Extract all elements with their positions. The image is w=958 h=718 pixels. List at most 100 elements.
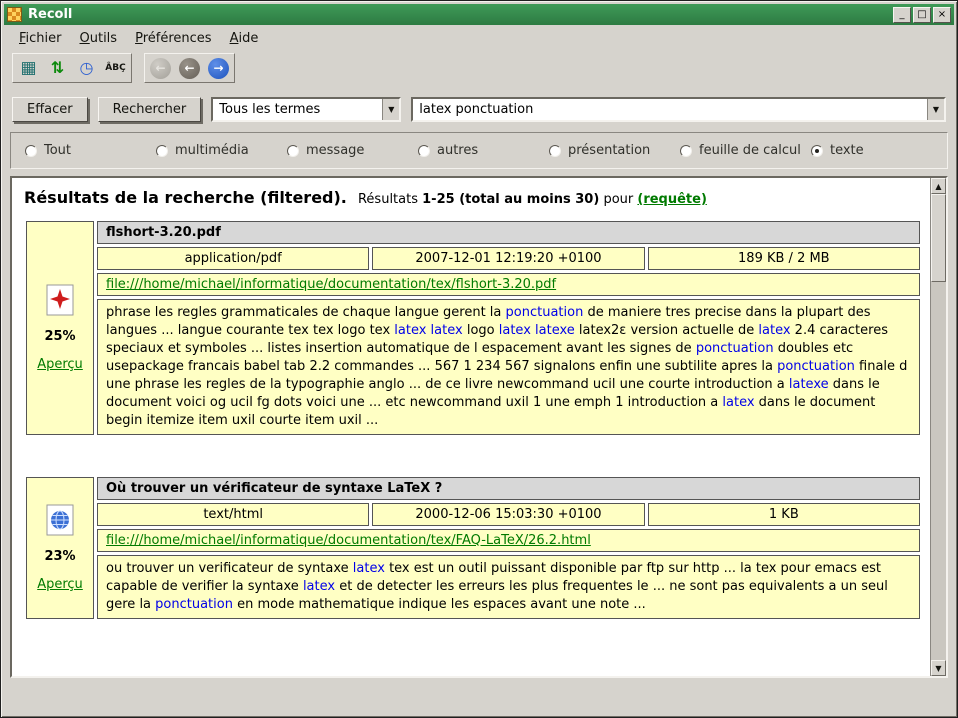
result-entry: 25% Aperçu flshort-3.20.pdfapplication/pdf… bbox=[26, 221, 920, 435]
snippet-text: latex2ε version actuelle de bbox=[575, 323, 759, 338]
toolbar: ▦⇅ ◷ ÂBÇ ← ← → bbox=[4, 51, 954, 88]
relevance-percent: 25% bbox=[44, 329, 75, 344]
term-explorer-icon: ÂBÇ bbox=[105, 64, 125, 73]
snippet-highlight-term: latex bbox=[303, 579, 335, 594]
result-mime: application/pdf bbox=[97, 247, 369, 270]
sort-order-button[interactable]: ⇅ bbox=[44, 56, 71, 80]
search-mode-value: Tous les termes bbox=[213, 102, 326, 117]
close-button[interactable]: × bbox=[933, 7, 951, 23]
result-date: 2007-12-01 12:19:20 +0100 bbox=[372, 247, 644, 270]
history-icon: ◷ bbox=[80, 60, 94, 76]
radio-icon bbox=[25, 145, 37, 157]
term-explorer-button[interactable]: ÂBÇ bbox=[102, 56, 129, 80]
radio-icon bbox=[418, 145, 430, 157]
results-content: Résultats de la recherche (filtered). Ré… bbox=[12, 178, 930, 676]
snippet-highlight-term: latex latexe bbox=[499, 323, 575, 338]
search-bar: Effacer Rechercher Tous les termes ▼ ▼ bbox=[4, 88, 954, 132]
clear-list-button[interactable]: ▦ bbox=[15, 56, 42, 80]
filter-multimedia[interactable]: multimédia bbox=[156, 143, 287, 158]
radio-selected-icon bbox=[811, 145, 823, 157]
query-combo[interactable]: ▼ bbox=[411, 97, 946, 122]
scrollbar-thumb[interactable] bbox=[931, 194, 946, 282]
result-url-link[interactable]: file:///home/michael/informatique/docume… bbox=[106, 277, 556, 292]
result-url-link[interactable]: file:///home/michael/informatique/docume… bbox=[106, 533, 591, 548]
toolbar-nav: ← ← → bbox=[144, 53, 235, 83]
menu-preferences[interactable]: Préférences bbox=[126, 29, 220, 48]
results-list: 25% Aperçu flshort-3.20.pdfapplication/pdf… bbox=[22, 221, 922, 619]
filter-label: message bbox=[306, 143, 364, 158]
menu-outils[interactable]: Outils bbox=[71, 29, 127, 48]
result-side-cell: 23%Aperçu bbox=[26, 477, 94, 619]
search-button[interactable]: Rechercher bbox=[98, 97, 202, 122]
clear-button[interactable]: Effacer bbox=[12, 97, 88, 122]
filter-message[interactable]: message bbox=[287, 143, 418, 158]
next-page-icon: → bbox=[208, 58, 229, 79]
filter-label: Tout bbox=[44, 143, 71, 158]
scrollbar-down-button[interactable]: ▼ bbox=[931, 660, 946, 676]
html-file-icon bbox=[45, 504, 75, 536]
next-page-button[interactable]: → bbox=[205, 56, 232, 80]
prev-page-icon: ← bbox=[179, 58, 200, 79]
search-input[interactable] bbox=[413, 102, 927, 117]
result-size: 189 KB / 2 MB bbox=[648, 247, 920, 270]
minimize-icon: _ bbox=[900, 10, 905, 20]
radio-icon bbox=[549, 145, 561, 157]
scroll-up-icon: ▲ bbox=[935, 182, 941, 191]
scrollbar-up-button[interactable]: ▲ bbox=[931, 178, 946, 194]
minimize-button[interactable]: _ bbox=[893, 7, 911, 23]
filter-label: présentation bbox=[568, 143, 650, 158]
first-page-icon: ← bbox=[150, 58, 171, 79]
chevron-down-icon[interactable]: ▼ bbox=[382, 99, 399, 120]
result-meta-row: application/pdf2007-12-01 12:19:20 +0100… bbox=[97, 247, 920, 270]
app-icon[interactable] bbox=[7, 7, 22, 22]
filter-label: texte bbox=[830, 143, 864, 158]
snippet-highlight-term: latexe bbox=[789, 377, 829, 392]
filter-presentation[interactable]: présentation bbox=[549, 143, 680, 158]
filter-texte[interactable]: texte bbox=[811, 143, 942, 158]
filter-row: Tout multimédia message autres présentation f… bbox=[10, 132, 948, 169]
first-page-button[interactable]: ← bbox=[147, 56, 174, 80]
prev-page-button[interactable]: ← bbox=[176, 56, 203, 80]
preview-link[interactable]: Aperçu bbox=[37, 577, 83, 592]
menu-aide[interactable]: Aide bbox=[221, 29, 268, 48]
filter-tout[interactable]: Tout bbox=[25, 143, 156, 158]
preview-link[interactable]: Aperçu bbox=[37, 357, 83, 372]
results-panel: Résultats de la recherche (filtered). Ré… bbox=[10, 176, 948, 678]
snippet-text: phrase les regles grammaticales de chaqu… bbox=[106, 305, 506, 320]
filter-autres[interactable]: autres bbox=[418, 143, 549, 158]
radio-icon bbox=[156, 145, 168, 157]
result-url-cell: file:///home/michael/informatique/docume… bbox=[97, 273, 920, 296]
result-table: flshort-3.20.pdfapplication/pdf2007-12-0… bbox=[97, 221, 920, 435]
snippet-highlight-term: ponctuation bbox=[155, 597, 233, 612]
snippet-highlight-term: ponctuation bbox=[777, 359, 855, 374]
history-button[interactable]: ◷ bbox=[73, 56, 100, 80]
menu-fichier[interactable]: Fichier bbox=[10, 29, 71, 48]
bottom-spacer bbox=[4, 678, 954, 714]
result-mime: text/html bbox=[97, 503, 369, 526]
menubar: FichierOutilsPréférencesAide bbox=[4, 25, 954, 51]
results-scrollbar[interactable]: ▲ ▼ bbox=[930, 178, 946, 676]
results-summary: Résultats 1-25 (total au moins 30) pour … bbox=[358, 192, 707, 207]
window-controls: _ □ × bbox=[893, 7, 951, 23]
filter-label: feuille de calcul bbox=[699, 143, 801, 158]
close-icon: × bbox=[938, 10, 946, 20]
snippet-text: en mode mathematique indique les espaces… bbox=[233, 597, 646, 612]
chevron-down-icon[interactable]: ▼ bbox=[927, 99, 944, 120]
result-snippet: ou trouver un verificateur de syntaxe la… bbox=[97, 555, 920, 619]
snippet-highlight-term: ponctuation bbox=[696, 341, 774, 356]
scrollbar-track[interactable] bbox=[931, 282, 946, 660]
scroll-down-icon: ▼ bbox=[935, 664, 941, 673]
radio-icon bbox=[680, 145, 692, 157]
titlebar[interactable]: Recoll _□× bbox=[4, 4, 954, 25]
filter-feuille-de-calcul[interactable]: feuille de calcul bbox=[680, 143, 811, 158]
result-title: Où trouver un vérificateur de syntaxe La… bbox=[97, 477, 920, 500]
maximize-button[interactable]: □ bbox=[913, 7, 931, 23]
snippet-highlight-term: ponctuation bbox=[506, 305, 584, 320]
snippet-text: ou trouver un verificateur de syntaxe bbox=[106, 561, 353, 576]
search-mode-select[interactable]: Tous les termes ▼ bbox=[211, 97, 401, 122]
radio-icon bbox=[287, 145, 299, 157]
result-date: 2000-12-06 15:03:30 +0100 bbox=[372, 503, 644, 526]
result-side-cell: 25% Aperçu bbox=[26, 221, 94, 435]
query-details-link[interactable]: (requête) bbox=[637, 192, 707, 207]
snippet-highlight-term: latex bbox=[758, 323, 790, 338]
